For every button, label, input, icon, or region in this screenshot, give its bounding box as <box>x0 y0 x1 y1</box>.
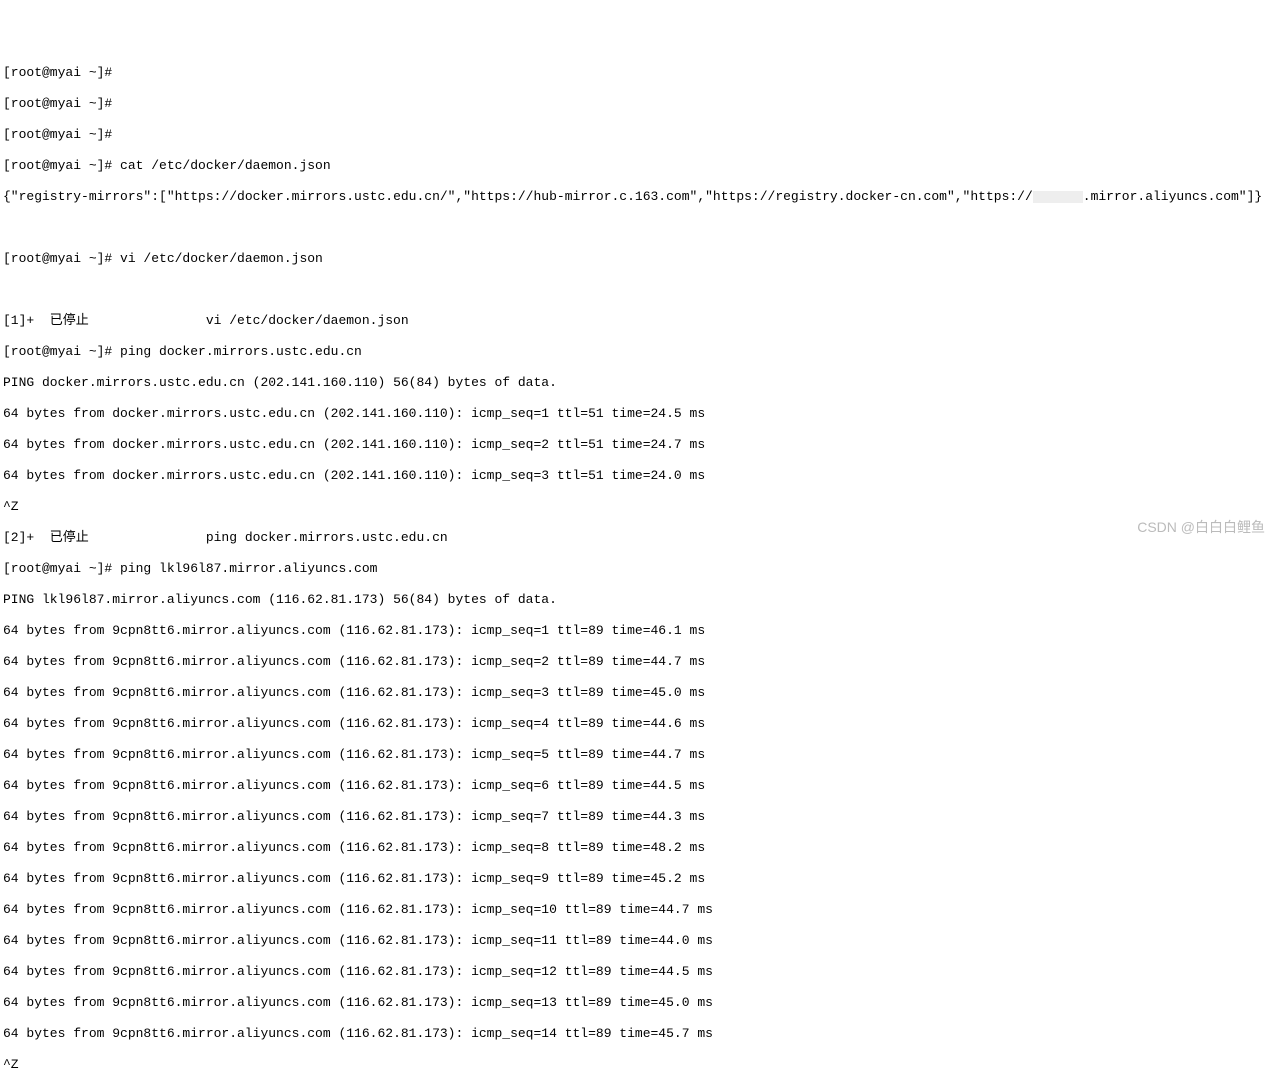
ping-response: 64 bytes from 9cpn8tt6.mirror.aliyuncs.c… <box>3 685 1277 701</box>
blank-line <box>3 282 1277 298</box>
prompt-line: [root@myai ~]# <box>3 96 1277 112</box>
ping-command: [root@myai ~]# ping docker.mirrors.ustc.… <box>3 344 1277 360</box>
ping-response: 64 bytes from 9cpn8tt6.mirror.aliyuncs.c… <box>3 902 1277 918</box>
ping-header: PING docker.mirrors.ustc.edu.cn (202.141… <box>3 375 1277 391</box>
ping-response: 64 bytes from 9cpn8tt6.mirror.aliyuncs.c… <box>3 809 1277 825</box>
ctrl-z: ^Z <box>3 499 1277 515</box>
ping-response: 64 bytes from 9cpn8tt6.mirror.aliyuncs.c… <box>3 747 1277 763</box>
ping-command: [root@myai ~]# ping lkl96l87.mirror.aliy… <box>3 561 1277 577</box>
blank-line <box>3 220 1277 236</box>
ping-header: PING lkl96l87.mirror.aliyuncs.com (116.6… <box>3 592 1277 608</box>
ping-response: 64 bytes from 9cpn8tt6.mirror.aliyuncs.c… <box>3 1026 1277 1042</box>
json-post: .mirror.aliyuncs.com"]} <box>1083 189 1262 204</box>
ping-response: 64 bytes from 9cpn8tt6.mirror.aliyuncs.c… <box>3 995 1277 1011</box>
ping-response: 64 bytes from 9cpn8tt6.mirror.aliyuncs.c… <box>3 716 1277 732</box>
json-pre: {"registry-mirrors":["https://docker.mir… <box>3 189 1033 204</box>
ping-response: 64 bytes from 9cpn8tt6.mirror.aliyuncs.c… <box>3 871 1277 887</box>
ping-response: 64 bytes from 9cpn8tt6.mirror.aliyuncs.c… <box>3 623 1277 639</box>
ping-response: 64 bytes from 9cpn8tt6.mirror.aliyuncs.c… <box>3 778 1277 794</box>
job-stopped: [2]+ 已停止 ping docker.mirrors.ustc.edu.cn <box>3 530 1277 546</box>
ping-response: 64 bytes from docker.mirrors.ustc.edu.cn… <box>3 406 1277 422</box>
job-stopped: [1]+ 已停止 vi /etc/docker/daemon.json <box>3 313 1277 329</box>
cat-command: [root@myai ~]# cat /etc/docker/daemon.js… <box>3 158 1277 174</box>
ping-response: 64 bytes from 9cpn8tt6.mirror.aliyuncs.c… <box>3 654 1277 670</box>
prompt-line: [root@myai ~]# <box>3 127 1277 143</box>
daemon-json-output: {"registry-mirrors":["https://docker.mir… <box>3 189 1277 205</box>
watermark: CSDN @白白白鲤鱼 <box>1137 520 1265 536</box>
ping-response: 64 bytes from 9cpn8tt6.mirror.aliyuncs.c… <box>3 964 1277 980</box>
ctrl-z: ^Z <box>3 1057 1277 1073</box>
ping-response: 64 bytes from docker.mirrors.ustc.edu.cn… <box>3 468 1277 484</box>
redacted-text <box>1033 191 1083 203</box>
prompt-line: [root@myai ~]# <box>3 65 1277 81</box>
ping-response: 64 bytes from 9cpn8tt6.mirror.aliyuncs.c… <box>3 840 1277 856</box>
vi-command: [root@myai ~]# vi /etc/docker/daemon.jso… <box>3 251 1277 267</box>
ping-response: 64 bytes from docker.mirrors.ustc.edu.cn… <box>3 437 1277 453</box>
terminal-output[interactable]: [root@myai ~]# [root@myai ~]# [root@myai… <box>3 65 1277 1086</box>
ping-response: 64 bytes from 9cpn8tt6.mirror.aliyuncs.c… <box>3 933 1277 949</box>
